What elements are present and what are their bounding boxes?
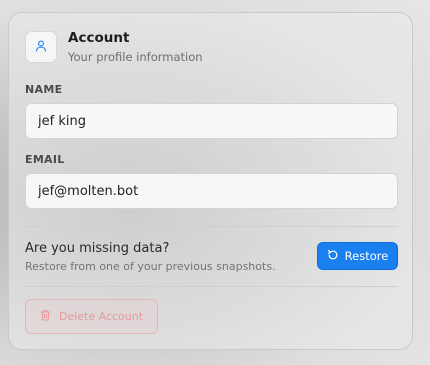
restore-button-label: Restore (344, 249, 389, 263)
restore-title: Are you missing data? (25, 241, 170, 256)
page-title: Account (68, 30, 130, 46)
header-text: Account Your profile information (68, 30, 203, 65)
email-field[interactable] (25, 173, 398, 209)
account-card: Account Your profile information NAME EM… (8, 12, 413, 350)
divider (25, 226, 398, 227)
user-icon (34, 38, 48, 57)
avatar (25, 31, 57, 63)
refresh-icon (327, 249, 345, 264)
delete-account-button[interactable]: Delete Account (25, 299, 158, 334)
trash-icon (40, 309, 59, 324)
divider (25, 286, 398, 287)
account-header: Account Your profile information (25, 30, 203, 65)
name-field[interactable] (25, 103, 398, 139)
page-subtitle: Your profile information (68, 50, 203, 64)
name-label: NAME (25, 83, 63, 96)
restore-subtitle: Restore from one of your previous snapsh… (25, 260, 276, 273)
email-label: EMAIL (25, 153, 65, 166)
delete-account-label: Delete Account (58, 310, 144, 323)
restore-button[interactable]: Restore (317, 242, 398, 270)
